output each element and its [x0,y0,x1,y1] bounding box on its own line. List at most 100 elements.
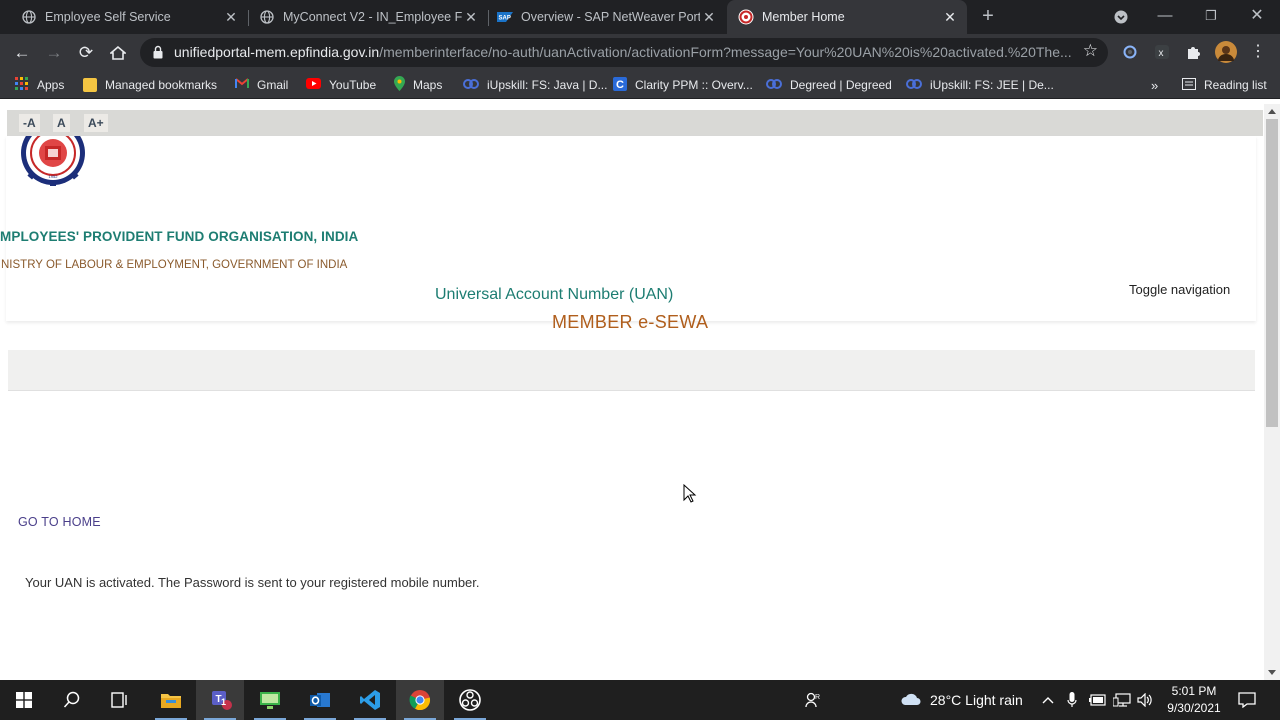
search-button[interactable] [48,680,96,720]
bookmark-gmail[interactable]: Gmail [235,76,288,94]
tab-title: Employee Self Service [45,10,171,24]
reading-list-button[interactable]: Reading list [1182,76,1267,94]
task-view-button[interactable] [96,680,144,720]
tab-employee-self-service[interactable]: Employee Self Service ✕ [0,0,248,34]
battery-button[interactable] [1089,680,1107,720]
tab-member-home[interactable]: Member Home ✕ [727,0,967,34]
taskbar-outlook[interactable] [296,680,344,720]
toggle-navigation-button[interactable]: Toggle navigation [1129,282,1230,297]
decrease-font-button[interactable]: -A [19,114,40,132]
bookmark-apps[interactable]: Apps [15,76,64,94]
microphone-button[interactable] [1067,680,1077,720]
bookmark-iupskill-java[interactable]: iUpskill: FS: Java | D... [463,76,607,94]
minimize-button[interactable]: — [1142,0,1188,34]
reading-list-label: Reading list [1204,78,1267,92]
profile-avatar[interactable] [1215,41,1237,63]
svg-text:SAP: SAP [499,16,511,22]
svg-text:R: R [815,694,820,701]
clock-time: 5:01 PM [1171,684,1217,698]
show-hidden-icons-button[interactable] [1042,680,1054,720]
degreed-icon [766,78,782,92]
taskbar-vscode[interactable] [346,680,394,720]
bookmark-managed[interactable]: Managed bookmarks [83,76,217,94]
taskbar-obs[interactable] [446,680,494,720]
chrome-icon [409,690,431,711]
address-bar[interactable]: unifiedportal-mem.epfindia.gov.in/member… [140,38,1108,67]
close-tab-icon[interactable]: ✕ [700,9,718,26]
iupskill-icon [906,78,922,92]
tab-search-button[interactable] [1098,0,1144,34]
tab-sap-netweaver[interactable]: SAP Overview - SAP NetWeaver Porta ✕ [476,0,726,34]
scroll-down-arrow-icon[interactable] [1268,670,1276,675]
taskbar-file-explorer[interactable] [147,680,195,720]
browser-menu-icon[interactable]: ⋮ [1247,41,1269,63]
new-tab-button[interactable]: + [978,6,998,26]
close-window-button[interactable]: ✕ [1234,0,1280,34]
cloud-rain-icon [901,693,921,705]
extension-x-icon[interactable]: x [1151,41,1173,63]
lock-icon [153,45,163,59]
svg-text:C: C [616,79,624,91]
people-button[interactable]: R [805,680,821,720]
increase-font-button[interactable]: A+ [84,114,108,132]
home-button[interactable] [106,41,130,65]
default-font-button[interactable]: A [53,114,70,132]
bookmarks-bar: Apps Managed bookmarks Gmail YouTube Map… [0,71,1280,99]
more-bookmarks-button[interactable]: » [1151,76,1158,94]
search-icon [63,691,80,708]
epfo-logo: 1952 [21,136,85,186]
youtube-icon [306,78,321,92]
tab-title: Overview - SAP NetWeaver Porta [521,10,700,24]
bookmark-degreed[interactable]: Degreed | Degreed [766,76,892,94]
weather-text: 28°C Light rain [930,692,1023,708]
taskbar-chrome[interactable] [396,680,444,720]
scrollbar-thumb[interactable] [1266,119,1278,427]
font-size-bar: -A A A+ [7,110,1263,136]
bookmark-iupskill-jee[interactable]: iUpskill: FS: JEE | De... [906,76,1054,94]
globe-icon [259,9,275,25]
battery-icon [1089,694,1106,706]
outlook-icon [310,693,330,707]
uan-title: Universal Account Number (UAN) [435,286,674,303]
maps-icon [394,76,405,94]
page-scrollbar[interactable] [1264,104,1280,680]
volume-button[interactable] [1137,680,1153,720]
network-button[interactable] [1113,680,1131,720]
apps-grid-icon [15,76,29,94]
svg-text:1952: 1952 [49,174,59,179]
taskbar-teams[interactable]: T 1 [196,680,244,720]
go-to-home-link[interactable]: GO TO HOME [18,515,101,529]
tab-strip: Employee Self Service ✕ MyConnect V2 - I… [0,0,1280,34]
restore-button[interactable]: ❐ [1188,0,1234,34]
bookmark-maps[interactable]: Maps [394,76,442,94]
bookmark-label: Maps [413,78,443,92]
extension-circle-icon[interactable] [1119,41,1141,63]
tab-myconnect[interactable]: MyConnect V2 - IN_Employee Fo ✕ [238,0,488,34]
url-path: /memberinterface/no-auth/uanActivation/a… [379,44,1072,60]
weather-widget[interactable]: 28°C Light rain [900,680,1023,720]
url-host: unifiedportal-mem.epfindia.gov.in [174,44,380,60]
bookmark-youtube[interactable]: YouTube [306,76,376,94]
people-icon: R [805,692,820,708]
vscode-icon [360,690,380,710]
bookmark-clarity[interactable]: C Clarity PPM :: Overv... [613,76,753,94]
taskbar-remote-desktop[interactable] [246,680,294,720]
notifications-button[interactable] [1238,680,1256,720]
remote-desktop-icon [260,692,280,709]
windows-logo-icon [16,692,32,708]
start-button[interactable] [0,680,48,720]
clock-date: 9/30/2021 [1167,701,1221,715]
page-viewport: -A A A+ 1952 MPLOYEES' PROVIDENT FUND OR… [0,104,1264,680]
close-tab-icon[interactable]: ✕ [941,9,959,26]
forward-button[interactable]: → [42,41,66,65]
portal-title: MEMBER e-SEWA [552,312,709,332]
system-clock[interactable]: 5:01 PM 9/30/2021 [1156,683,1232,717]
back-button[interactable]: ← [10,41,34,65]
reload-button[interactable]: ⟳ [74,41,98,65]
chevron-up-icon [1042,697,1054,704]
clarity-icon: C [613,76,627,94]
sap-logo-icon: SAP [497,9,513,25]
scroll-up-arrow-icon[interactable] [1268,109,1276,114]
bookmark-star-icon[interactable]: ☆ [1083,41,1098,61]
extensions-puzzle-icon[interactable] [1183,41,1205,63]
